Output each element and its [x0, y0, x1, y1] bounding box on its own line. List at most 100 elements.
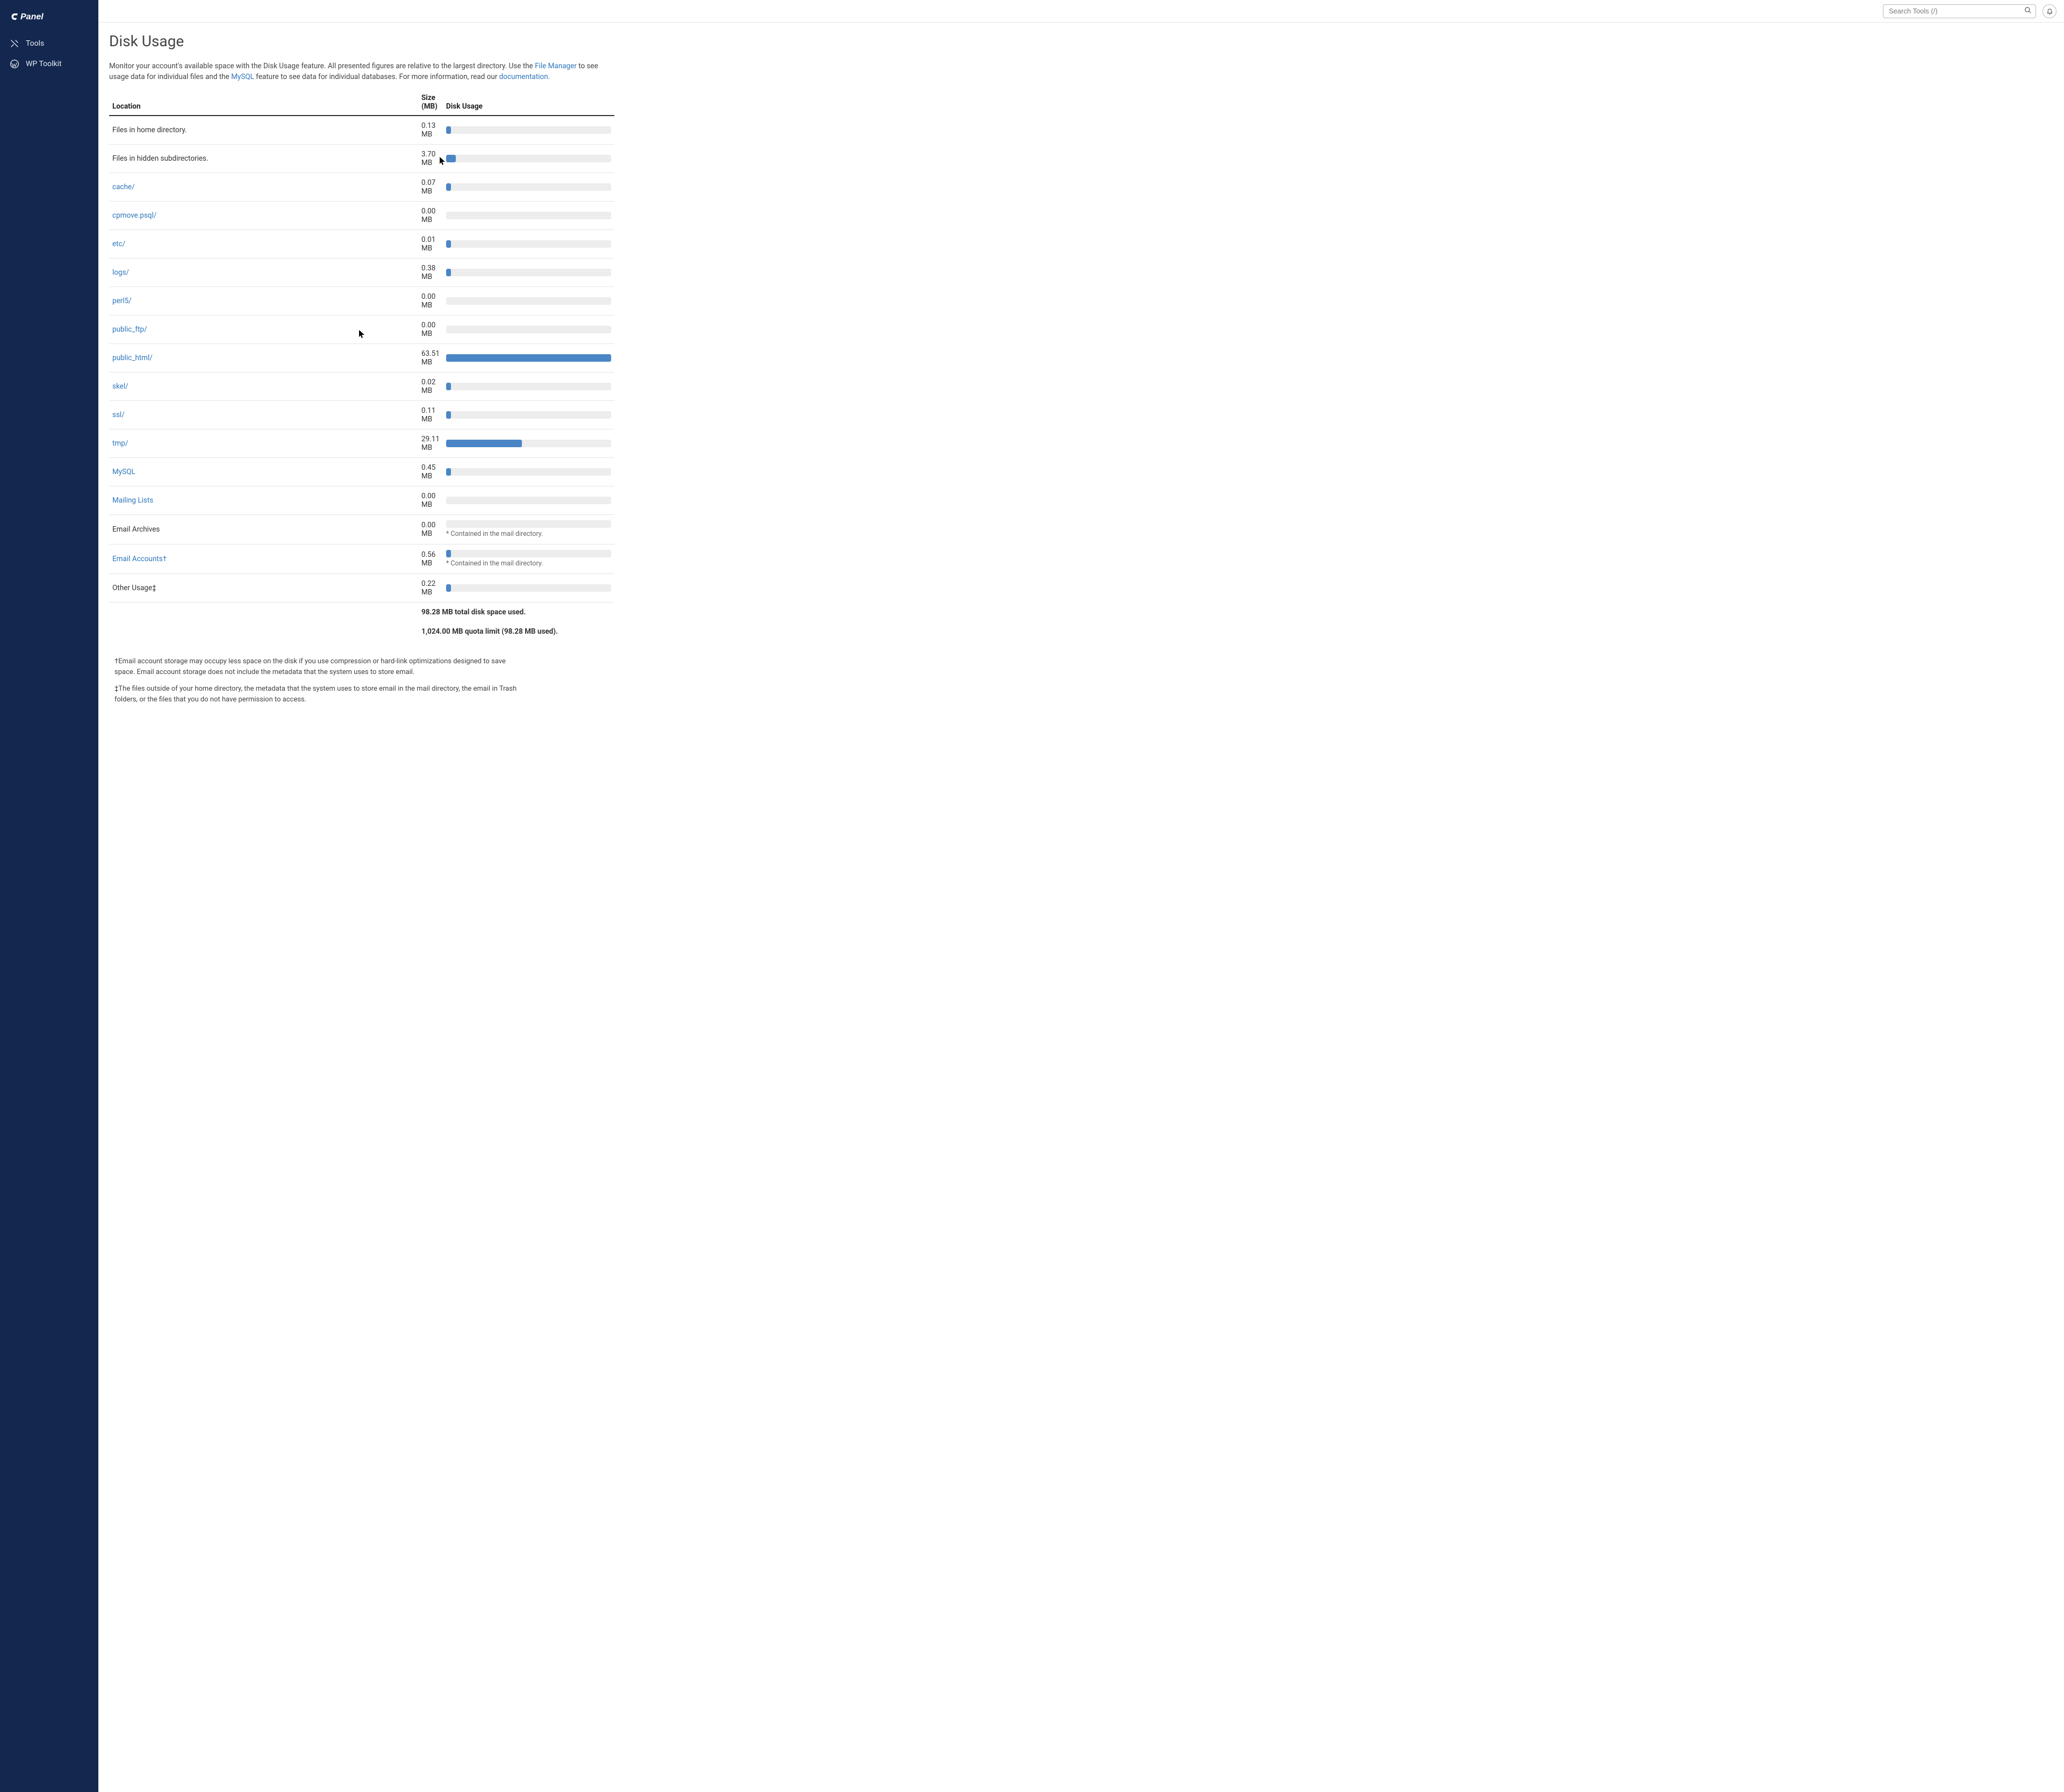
cell-location: ssl/ [109, 400, 418, 429]
cell-usage [443, 230, 614, 258]
cell-size: 0.22 MB [418, 574, 443, 603]
content: Disk Usage Monitor your account's availa… [98, 23, 625, 733]
table-row: etc/0.01 MB [109, 230, 614, 258]
usage-bar [446, 183, 611, 191]
location-link[interactable]: skel/ [112, 382, 128, 391]
cell-location: Files in hidden subdirectories. [109, 144, 418, 173]
intro-text-segment: . [548, 73, 550, 81]
location-link[interactable]: Email Accounts† [112, 555, 167, 563]
totals-text: 98.28 MB total disk space used. [418, 603, 614, 622]
table-row: Email Accounts† 0.56 MB* Contained in the… [109, 544, 614, 574]
table-row: cpmove.psql/0.00 MB [109, 201, 614, 230]
table-row: Files in hidden subdirectories.3.70 MB [109, 144, 614, 173]
cell-usage [443, 173, 614, 201]
sidebar-item-tools[interactable]: Tools [0, 33, 98, 54]
cell-location: Email Archives [109, 514, 418, 544]
usage-bar-fill [446, 155, 456, 162]
cell-location: Email Accounts† [109, 544, 418, 574]
usage-bar [446, 297, 611, 305]
usage-bar-fill [446, 584, 451, 592]
location-link[interactable]: MySQL [112, 468, 135, 476]
topbar [98, 0, 2064, 23]
cell-location: public_ftp/ [109, 315, 418, 343]
cell-size: 0.38 MB [418, 258, 443, 286]
usage-bar [446, 354, 611, 362]
totals-row-quota: 1,024.00 MB quota limit (98.28 MB used). [109, 622, 614, 641]
cell-location: tmp/ [109, 429, 418, 457]
cell-size: 0.56 MB [418, 544, 443, 574]
usage-bar-fill [446, 240, 451, 248]
sidebar-item-wp-toolkit[interactable]: WP Toolkit [0, 54, 98, 74]
location-link[interactable]: ssl/ [112, 411, 125, 419]
usage-bar [446, 440, 611, 447]
cell-location: public_html/ [109, 343, 418, 372]
usage-bar-fill [446, 550, 451, 557]
footnotes: †Email account storage may occupy less s… [109, 656, 518, 705]
usage-bar [446, 240, 611, 248]
table-row: MySQL0.45 MB [109, 457, 614, 486]
usage-bar-fill [446, 183, 451, 191]
table-row: Email Archives0.00 MB* Contained in the … [109, 514, 614, 544]
link-mysql[interactable]: MySQL [231, 73, 254, 81]
cell-size: 0.00 MB [418, 315, 443, 343]
usage-note: * Contained in the mail directory. [446, 560, 611, 568]
usage-bar-fill [446, 468, 451, 476]
cell-usage [443, 201, 614, 230]
cell-usage [443, 486, 614, 514]
table-row: skel/0.02 MB [109, 372, 614, 400]
location-link[interactable]: public_html/ [112, 354, 153, 362]
cell-usage [443, 574, 614, 603]
usage-bar [446, 126, 611, 134]
cell-size: 29.11 MB [418, 429, 443, 457]
location-link[interactable]: Mailing Lists [112, 496, 153, 505]
intro-text-segment: feature to see data for individual datab… [254, 73, 499, 81]
location-link[interactable]: perl5/ [112, 297, 132, 305]
cell-usage [443, 258, 614, 286]
location-link[interactable]: cpmove.psql/ [112, 211, 156, 220]
table-row: logs/0.38 MB [109, 258, 614, 286]
cell-usage [443, 343, 614, 372]
intro-text: Monitor your account's available space w… [109, 61, 614, 83]
cell-location: etc/ [109, 230, 418, 258]
cell-location: MySQL [109, 457, 418, 486]
notifications-button[interactable] [2042, 4, 2056, 18]
link-file-manager[interactable]: File Manager [535, 62, 577, 70]
usage-bar-fill [446, 126, 451, 134]
location-link[interactable]: logs/ [112, 268, 129, 277]
location-link[interactable]: public_ftp/ [112, 325, 147, 334]
cell-location: skel/ [109, 372, 418, 400]
cell-usage: * Contained in the mail directory. [443, 514, 614, 544]
cell-usage [443, 144, 614, 173]
link-documentation[interactable]: documentation [499, 73, 548, 81]
cell-size: 3.70 MB [418, 144, 443, 173]
cell-usage [443, 315, 614, 343]
search-wrap [1883, 4, 2036, 18]
cell-size: 0.00 MB [418, 201, 443, 230]
table-row: tmp/29.11 MB [109, 429, 614, 457]
table-row: cache/0.07 MB [109, 173, 614, 201]
location-link[interactable]: etc/ [112, 240, 125, 248]
usage-bar-fill [446, 354, 611, 362]
cell-usage [443, 457, 614, 486]
cell-location: cache/ [109, 173, 418, 201]
search-input[interactable] [1883, 4, 2036, 18]
cell-usage [443, 116, 614, 145]
usage-bar [446, 584, 611, 592]
table-row: perl5/0.00 MB [109, 286, 614, 315]
location-link[interactable]: cache/ [112, 183, 135, 191]
usage-bar [446, 411, 611, 419]
brand-logo: Panel [0, 4, 98, 33]
cell-size: 0.01 MB [418, 230, 443, 258]
table-row: Files in home directory.0.13 MB [109, 116, 614, 145]
cell-usage [443, 286, 614, 315]
cell-usage [443, 400, 614, 429]
disk-usage-table: Location Size (MB) Disk Usage Files in h… [109, 89, 614, 642]
usage-bar [446, 520, 611, 528]
usage-bar [446, 155, 611, 162]
bell-icon [2046, 8, 2053, 15]
cell-size: 63.51 MB [418, 343, 443, 372]
cell-location: Mailing Lists [109, 486, 418, 514]
location-link[interactable]: tmp/ [112, 439, 128, 448]
table-row: Mailing Lists0.00 MB [109, 486, 614, 514]
footnote-dagger: †Email account storage may occupy less s… [114, 656, 518, 677]
